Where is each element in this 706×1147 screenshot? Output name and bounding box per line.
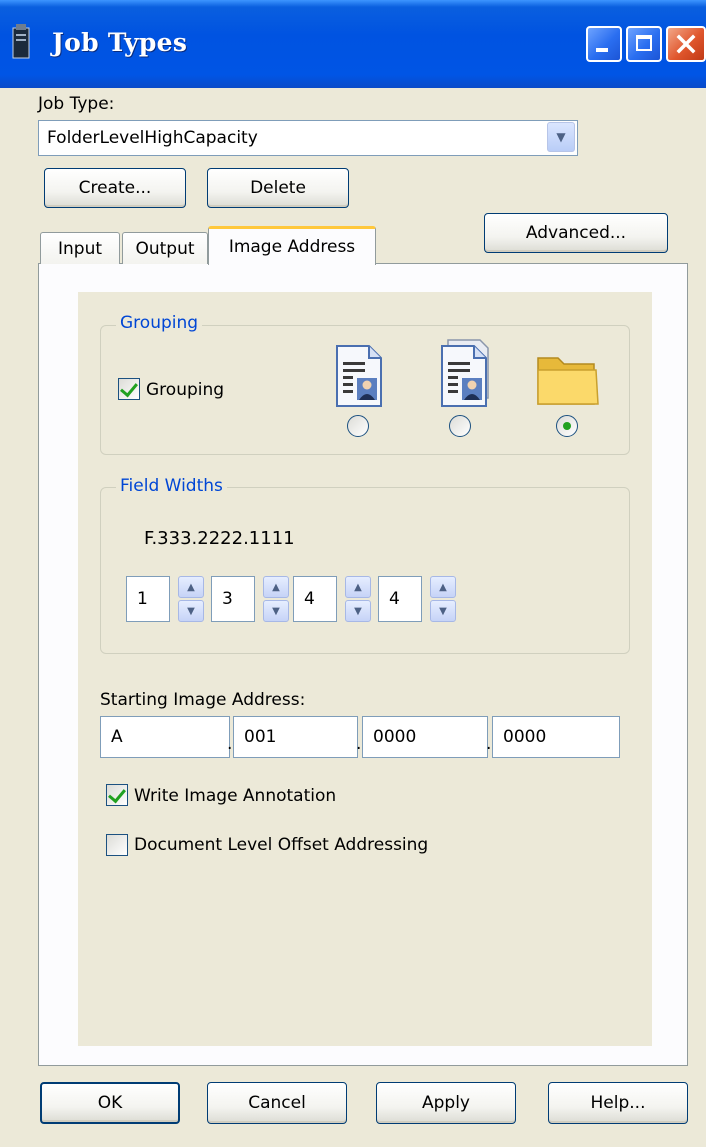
tab-input[interactable]: Input — [40, 232, 120, 264]
job-type-label: Job Type: — [38, 94, 115, 114]
field-width-4-value: 4 — [389, 589, 400, 609]
chevron-up-icon[interactable]: ▲ — [430, 576, 456, 598]
field-width-2-value: 3 — [222, 589, 233, 609]
doc-offset-label: Document Level Offset Addressing — [134, 835, 429, 855]
write-annotation-label: Write Image Annotation — [134, 786, 337, 806]
chevron-down-icon[interactable]: ▼ — [430, 600, 456, 622]
field-width-2-input[interactable]: 3 — [211, 576, 255, 622]
field-width-1-input[interactable]: 1 — [126, 576, 170, 622]
field-widths-format: F.333.2222.1111 — [144, 528, 295, 549]
maximize-icon — [636, 35, 652, 51]
grouping-checkbox[interactable] — [118, 378, 140, 400]
create-button[interactable]: Create... — [44, 168, 186, 208]
chevron-down-icon[interactable]: ▼ — [178, 600, 204, 622]
window-title: Job Types — [52, 28, 188, 57]
address-separator: . — [356, 734, 362, 754]
tab-output[interactable]: Output — [122, 232, 208, 264]
address-field-4-value: 0000 — [503, 727, 547, 747]
field-width-1-spinner[interactable]: ▲ ▼ — [178, 576, 204, 622]
close-icon — [676, 34, 696, 54]
field-widths-groupbox — [100, 487, 630, 654]
address-field-3[interactable]: 0000 — [362, 716, 488, 758]
field-width-4-input[interactable]: 4 — [378, 576, 422, 622]
title-bar: Job Types — [0, 0, 706, 88]
document-user-icon — [336, 345, 382, 407]
maximize-button[interactable] — [626, 26, 662, 62]
field-width-3-input[interactable]: 4 — [293, 576, 337, 622]
radio-selected-dot-icon — [563, 422, 571, 430]
write-annotation-checkbox[interactable] — [106, 784, 128, 806]
cancel-button[interactable]: Cancel — [207, 1082, 347, 1124]
field-width-3-value: 4 — [304, 589, 315, 609]
address-field-3-value: 0000 — [373, 727, 417, 747]
dropdown-button[interactable]: ▼ — [547, 122, 575, 152]
chevron-up-icon[interactable]: ▲ — [345, 576, 371, 598]
checkmark-icon — [108, 784, 126, 804]
address-field-1-value: A — [111, 727, 123, 747]
help-button[interactable]: Help... — [548, 1082, 688, 1124]
chevron-down-icon[interactable]: ▼ — [263, 600, 289, 622]
address-field-2[interactable]: 001 — [233, 716, 358, 758]
checkmark-icon — [120, 378, 138, 398]
tab-image-address[interactable]: Image Address — [208, 226, 376, 265]
advanced-button[interactable]: Advanced... — [484, 213, 668, 253]
delete-button[interactable]: Delete — [207, 168, 349, 208]
doc-offset-checkbox[interactable] — [106, 834, 128, 856]
chevron-up-icon[interactable]: ▲ — [178, 576, 204, 598]
minimize-icon — [596, 48, 608, 52]
grouping-radio-document[interactable] — [347, 415, 369, 437]
chevron-up-icon[interactable]: ▲ — [263, 576, 289, 598]
multi-document-user-icon — [441, 339, 489, 407]
grouping-checkbox-label: Grouping — [146, 380, 225, 400]
folder-icon — [537, 357, 599, 405]
address-field-4[interactable]: 0000 — [492, 716, 620, 758]
chevron-down-icon[interactable]: ▼ — [345, 600, 371, 622]
field-width-3-spinner[interactable]: ▲ ▼ — [345, 576, 371, 622]
field-width-1-value: 1 — [137, 589, 148, 609]
address-separator: . — [227, 734, 233, 754]
job-type-selected-value: FolderLevelHighCapacity — [47, 128, 258, 148]
ok-button[interactable]: OK — [40, 1082, 180, 1124]
grouping-group-title: Grouping — [116, 313, 203, 333]
job-type-dropdown[interactable]: FolderLevelHighCapacity — [38, 120, 578, 156]
close-button[interactable] — [666, 26, 706, 62]
address-separator: . — [486, 734, 492, 754]
chevron-down-icon: ▼ — [556, 130, 566, 144]
job-types-app-icon — [12, 24, 30, 59]
field-width-4-spinner[interactable]: ▲ ▼ — [430, 576, 456, 622]
grouping-radio-folder[interactable] — [556, 415, 578, 437]
field-widths-group-title: Field Widths — [116, 476, 227, 496]
minimize-button[interactable] — [586, 26, 622, 62]
apply-button[interactable]: Apply — [376, 1082, 516, 1124]
starting-address-label: Starting Image Address: — [100, 690, 306, 710]
field-width-2-spinner[interactable]: ▲ ▼ — [263, 576, 289, 622]
address-field-1[interactable]: A — [100, 716, 230, 758]
grouping-radio-multi-document[interactable] — [449, 415, 471, 437]
address-field-2-value: 001 — [244, 727, 277, 747]
